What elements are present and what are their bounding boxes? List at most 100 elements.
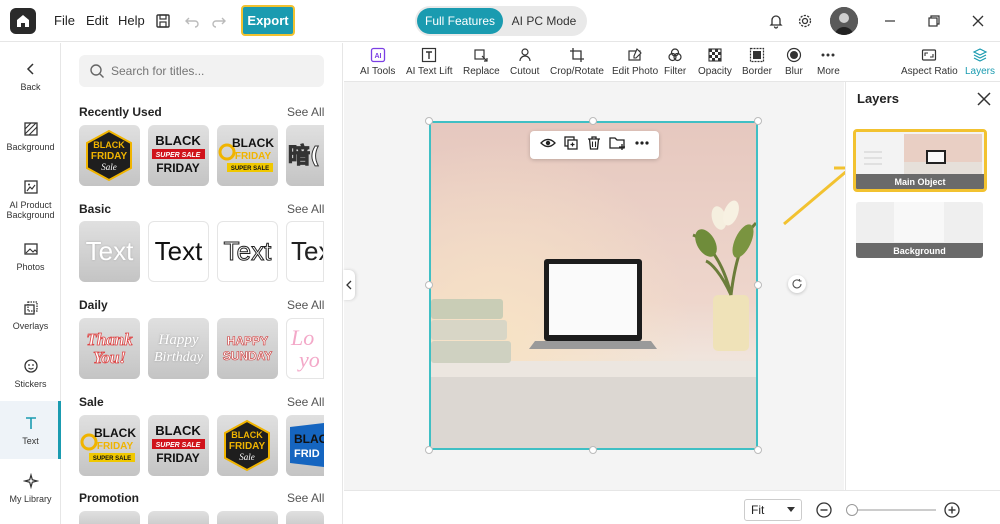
undo-icon[interactable] [182,11,202,31]
resize-handle[interactable] [425,446,433,454]
close-window-icon[interactable] [968,11,988,31]
thumb-text: BLACK [232,136,274,150]
left-sidebar: Back Background AI Product Background Ph… [0,43,61,524]
see-all-sale[interactable]: See All [287,395,324,409]
menu-file[interactable]: File [54,13,75,28]
replace-button[interactable]: Replace [463,47,500,77]
template-thumb[interactable]: BLACK FRIDAY Sale [217,415,278,476]
see-all-basic[interactable]: See All [287,202,324,216]
minimize-icon[interactable] [880,11,900,31]
resize-handle[interactable] [754,281,762,289]
save-icon[interactable] [153,11,173,31]
home-button[interactable] [10,8,36,34]
template-thumb[interactable]: Thank You! [79,318,140,379]
duplicate-icon[interactable] [563,135,579,156]
opacity-button[interactable]: Opacity [698,47,732,77]
user-avatar[interactable] [830,7,858,35]
template-thumb[interactable] [148,511,209,524]
cutout-button[interactable]: Cutout [510,47,539,77]
rotate-handle[interactable] [788,275,806,293]
gear-icon[interactable] [795,11,815,31]
search-icon [90,64,104,78]
edit-photo-button[interactable]: Edit Photo [612,47,658,77]
ai-tools-button[interactable]: AI AI Tools [360,47,395,77]
thumb-text: Text [154,236,203,266]
template-thumb[interactable]: BLACK SUPER SALE FRIDAY [148,125,209,186]
ai-text-lift-button[interactable]: AI Text Lift [406,47,453,77]
template-thumb[interactable]: BLACK FRIDAY SUPER SALE [79,415,140,476]
sidebar-item-stickers[interactable]: Stickers [0,344,61,402]
sidebar-item-ai-product-background[interactable]: AI Product Background [0,167,61,231]
zoom-slider-thumb[interactable] [846,504,858,516]
redo-icon[interactable] [209,11,229,31]
template-thumb[interactable]: HAPPY SUNDAY [217,318,278,379]
see-all-promotion[interactable]: See All [287,491,324,505]
visibility-eye-icon[interactable] [539,135,556,156]
resize-handle[interactable] [754,117,762,125]
layers-button[interactable]: Layers [965,47,995,77]
blur-button[interactable]: Blur [785,47,803,77]
layer-item-main-object[interactable]: Main Object [853,129,987,192]
main-photo[interactable] [429,121,758,450]
resize-handle[interactable] [589,117,597,125]
sidebar-item-back[interactable]: Back [0,47,61,105]
template-thumb-partial[interactable]: BLAC FRID [286,415,324,476]
section-title-basic: Basic [79,202,112,216]
template-thumb[interactable] [286,511,324,524]
template-thumb[interactable] [79,511,140,524]
add-to-folder-icon[interactable] [608,135,627,156]
zoom-slider[interactable] [846,504,936,516]
filter-button[interactable]: Filter [664,47,686,77]
tool-label: AI Text Lift [406,66,453,77]
border-button[interactable]: Border [742,47,772,77]
sidebar-item-text[interactable]: Text [0,401,61,459]
template-thumb[interactable]: Happy Birthday [148,318,209,379]
template-thumb[interactable]: Text [148,221,209,282]
template-thumb-partial[interactable]: 暗( [286,125,324,186]
template-thumb-partial[interactable]: Tex [286,221,324,282]
template-thumb-partial[interactable]: Lo yo [286,318,324,379]
sidebar-item-photos[interactable]: Photos [0,227,61,285]
template-thumb[interactable]: Text [217,221,278,282]
crop-rotate-button[interactable]: Crop/Rotate [550,47,604,77]
layer-item-background[interactable]: Background [856,202,983,258]
more-button[interactable]: More [817,47,840,77]
template-thumb[interactable] [217,511,278,524]
see-all-recently-used[interactable]: See All [287,105,324,119]
resize-handle[interactable] [425,281,433,289]
template-thumb[interactable]: Text [79,221,140,282]
template-thumb[interactable]: BLACK FRIDAY Sale [79,125,140,186]
resize-handle[interactable] [425,117,433,125]
zoom-in-icon[interactable] [944,502,960,523]
more-dots-icon[interactable] [634,135,650,156]
menu-help[interactable]: Help [118,13,145,28]
bell-icon[interactable] [766,11,786,31]
thumb-text: SUPER SALE [93,456,131,462]
overlay-icon [22,299,40,317]
zoom-select[interactable]: Fit [744,499,802,521]
sidebar-item-overlays[interactable]: Overlays [0,286,61,344]
thumb-text: Sale [101,162,117,172]
template-thumb[interactable]: BLACK FRIDAY SUPER SALE [217,125,278,186]
aspect-ratio-icon [921,47,937,63]
sidebar-item-background[interactable]: Background [0,107,61,165]
aspect-ratio-button[interactable]: Aspect Ratio [901,47,958,77]
resize-handle[interactable] [754,446,762,454]
trash-icon[interactable] [586,135,602,156]
export-button[interactable]: Export [241,5,295,36]
menu-edit[interactable]: Edit [86,13,108,28]
search-input[interactable] [111,64,311,78]
template-thumb[interactable]: BLACK SUPER SALE FRIDAY [148,415,209,476]
sidebar-item-my-library[interactable]: My Library [0,459,61,517]
full-features-tab[interactable]: Full Features [417,8,503,34]
opacity-icon [707,47,723,63]
see-all-daily[interactable]: See All [287,298,324,312]
zoom-out-icon[interactable] [816,502,832,523]
ai-pc-mode-tab[interactable]: AI PC Mode [503,8,585,34]
resize-handle[interactable] [589,446,597,454]
zoom-select-value: Fit [751,503,765,517]
search-box[interactable] [79,55,324,87]
maximize-icon[interactable] [924,11,944,31]
close-icon[interactable] [977,92,991,111]
collapse-panel-button[interactable] [343,270,355,300]
